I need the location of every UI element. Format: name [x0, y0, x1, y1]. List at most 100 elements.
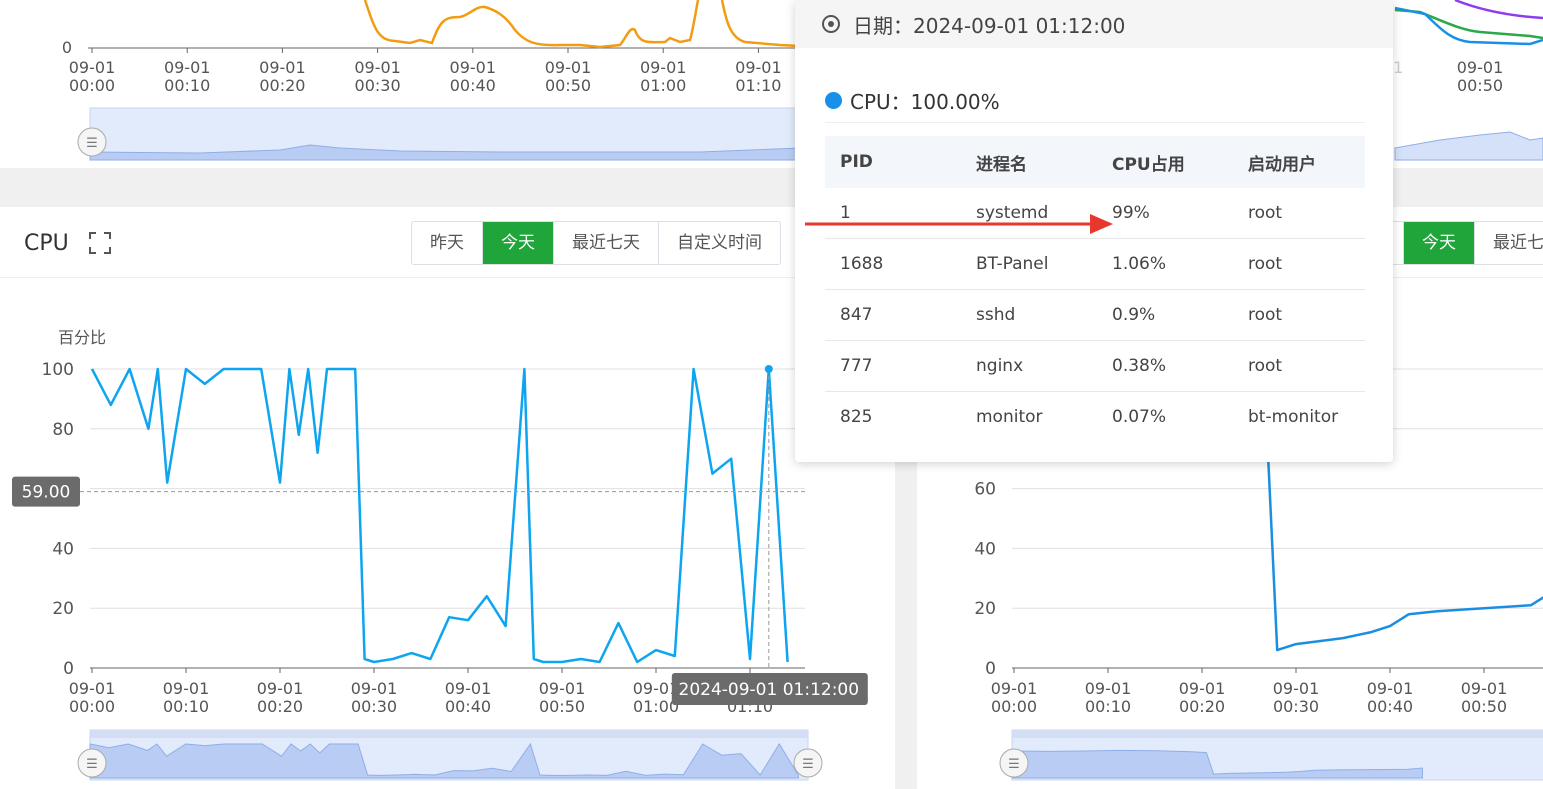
top-right-x-time-label: 00:50: [1457, 76, 1503, 95]
process-table: PID 进程名 CPU占用 启动用户 1 systemd 99% root 1688 B…: [825, 136, 1365, 442]
x-date-label: 09-01: [69, 679, 116, 698]
x-time-label: 00:30: [351, 697, 397, 716]
x-date-label: 09-01: [539, 679, 586, 698]
cell-user: root: [1233, 188, 1365, 239]
table-row: 847 sshd 0.9% root: [825, 289, 1365, 341]
top-x-date-label: 09-01: [450, 58, 497, 77]
x-date-label: 09-01: [1367, 679, 1414, 698]
series-line: [90, 367, 789, 664]
cpu-chart: 百分比10080604020009-0100:0009-0100:1009-01…: [12, 328, 868, 781]
col-name: 进程名: [961, 136, 1097, 188]
top-x-time-label: 01:10: [735, 76, 781, 95]
top-y-zero: 0: [62, 38, 72, 57]
cell-name: BT-Panel: [961, 238, 1097, 290]
x-date-label: 09-01: [1273, 679, 1320, 698]
cell-user: bt-monitor: [1248, 407, 1339, 427]
top-x-date-label: 09-01: [640, 58, 687, 77]
zoom-handle-right[interactable]: ☰: [793, 748, 823, 778]
cell-cpu: 0.9%: [1097, 289, 1233, 341]
cell-user: root: [1233, 289, 1365, 341]
top-x-date-label: 09-01: [735, 58, 782, 77]
clock-icon: [822, 15, 840, 33]
x-time-label: 00:40: [1367, 697, 1413, 716]
x-date-label: 09-01: [445, 679, 492, 698]
tooltip-divider: [825, 122, 1365, 123]
cell-pid: 1688: [825, 238, 961, 290]
tooltip-cpu-value: CPU：100.00%: [850, 90, 1000, 114]
cell-name: sshd: [961, 289, 1097, 341]
zoom-slider-bar[interactable]: [90, 730, 808, 738]
x-time-label: 00:50: [1461, 697, 1507, 716]
y-tick-label: 60: [974, 480, 996, 500]
top-x-time-label: 00:10: [164, 76, 210, 95]
red-arrow-annotation: [805, 214, 1113, 234]
top-x-time-label: 00:50: [545, 76, 591, 95]
zoom-handle-left[interactable]: ☰: [77, 748, 107, 778]
top-x-date-label: 09-01: [545, 58, 592, 77]
table-row: 777 nginx 0.38% root: [825, 340, 1365, 392]
y-tick-label: 20: [52, 599, 74, 619]
y-tick-label: 20: [974, 599, 996, 619]
top-x-time-label: 00:40: [450, 76, 496, 95]
svg-text:☰: ☰: [86, 757, 98, 772]
process-tooltip: 日期：2024-09-01 01:12:00 CPU：100.00% PID 进…: [795, 0, 1393, 462]
tooltip-header: 日期：2024-09-01 01:12:00: [795, 0, 1393, 48]
table-row: 825 monitor 0.07% bt-monitor: [825, 392, 1365, 443]
svg-text:☰: ☰: [1008, 757, 1020, 772]
x-time-label: 00:10: [163, 697, 209, 716]
x-time-label: 00:40: [445, 697, 491, 716]
x-date-label: 09-01: [1461, 679, 1508, 698]
top-x-date-label: 09-01: [354, 58, 401, 77]
top-x-time-label: 00:00: [69, 76, 115, 95]
crosshair-y-value: 59.00: [22, 483, 71, 503]
x-date-label: 09-01: [1179, 679, 1226, 698]
cpu-series-dot-icon: [825, 92, 842, 109]
svg-text:☰: ☰: [86, 136, 98, 151]
x-time-label: 00:30: [1273, 697, 1319, 716]
x-time-label: 00:20: [257, 697, 303, 716]
x-time-label: 00:20: [1179, 697, 1225, 716]
x-date-label: 09-01: [351, 679, 398, 698]
hover-point: [764, 365, 773, 373]
col-pid: PID: [825, 136, 961, 188]
cpu-panel: CPU 昨天 今天 最近七天 自定义时间 百分比10080604020009-0…: [0, 207, 895, 789]
y-tick-label: 0: [985, 659, 996, 679]
top-orange-line-2: [720, 0, 801, 48]
cell-cpu: 0.38%: [1097, 340, 1233, 392]
process-table-header: PID 进程名 CPU占用 启动用户: [825, 136, 1365, 188]
x-time-label: 00:50: [539, 697, 585, 716]
col-cpu: CPU占用: [1097, 136, 1233, 188]
top-x-time-label: 00:20: [259, 76, 305, 95]
zoom-handle-left[interactable]: ☰: [999, 748, 1029, 778]
y-tick-label: 0: [63, 659, 74, 679]
y-axis-unit: 百分比: [58, 328, 106, 347]
top-right-zoom-preview: [1394, 131, 1543, 161]
x-time-label: 00:10: [1085, 697, 1131, 716]
tooltip-cpu: CPU：100.00%: [825, 86, 1000, 115]
top-x-time-label: 01:00: [640, 76, 686, 95]
x-date-label: 09-01: [163, 679, 210, 698]
y-tick-label: 40: [52, 539, 74, 559]
top-orange-line: [363, 0, 700, 49]
zoom-slider-bar[interactable]: [1012, 730, 1543, 738]
x-date-label: 09-01: [257, 679, 304, 698]
cell-pid: 777: [825, 340, 961, 392]
table-row: 1688 BT-Panel 1.06% root: [825, 238, 1365, 290]
cell-cpu: 1.06%: [1097, 238, 1233, 290]
x-date-label: 09-01: [1085, 679, 1132, 698]
cell-name: nginx: [961, 340, 1097, 392]
cell-user: root: [1233, 340, 1365, 392]
top-zoom-handle[interactable]: ☰: [77, 127, 107, 157]
cell-pid: 847: [825, 289, 961, 341]
top-x-date-label: 09-01: [69, 58, 116, 77]
top-x-date-label: 09-01: [259, 58, 306, 77]
col-user: 启动用户: [1233, 136, 1365, 188]
top-x-time-label: 00:30: [355, 76, 401, 95]
y-tick-label: 80: [52, 420, 74, 440]
top-x-date-label: 09-01: [164, 58, 211, 77]
top-right-blue: [1394, 6, 1543, 46]
y-tick-label: 100: [42, 360, 74, 380]
svg-text:☰: ☰: [802, 757, 814, 772]
x-date-label: 09-01: [991, 679, 1038, 698]
x-time-label: 00:00: [991, 697, 1037, 716]
